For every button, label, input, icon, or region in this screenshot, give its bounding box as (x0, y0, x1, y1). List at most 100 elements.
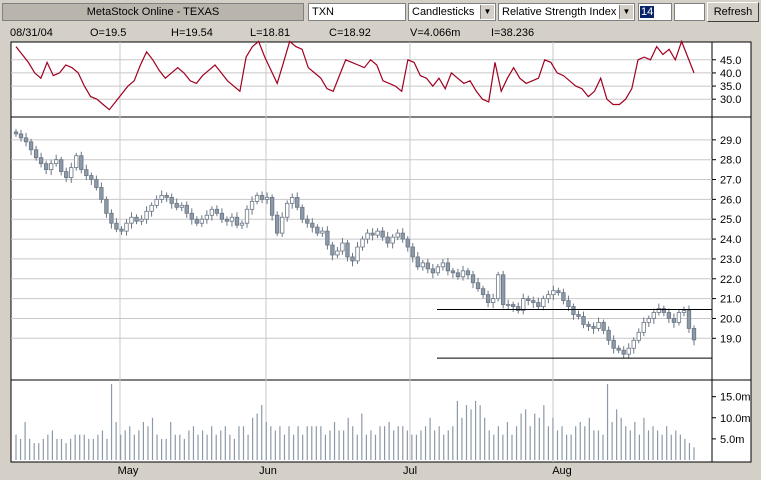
candle-body (54, 159, 59, 165)
candle-body (345, 242, 350, 258)
candle-body (194, 218, 199, 224)
candle-body (430, 268, 436, 274)
price-tick-label: 25.0 (720, 214, 741, 226)
candle-body (455, 272, 461, 278)
candle-body (219, 212, 225, 220)
volume-tick-label: 5.0m (720, 434, 744, 446)
candle-body (591, 325, 596, 329)
candle-body (99, 187, 104, 200)
candle-body (676, 312, 682, 323)
candle-body (561, 292, 566, 301)
candle-body (395, 232, 400, 238)
candle-body (576, 314, 581, 317)
candle-body (495, 274, 501, 300)
candle-body (310, 222, 315, 228)
candle-body (159, 195, 164, 200)
candle-body (43, 163, 49, 171)
month-tick-label: Aug (552, 465, 572, 477)
candle-body (144, 210, 149, 220)
candle-body (435, 266, 441, 274)
candle-body (541, 298, 546, 307)
candle-body (149, 204, 154, 212)
month-tick-label: May (118, 465, 139, 477)
candle-body (506, 304, 511, 306)
candle-body (536, 302, 541, 307)
candle-body (74, 155, 79, 169)
price-tick-label: 26.0 (720, 194, 741, 206)
candle-body (109, 212, 114, 224)
candle-body (425, 262, 430, 270)
candle-body (616, 347, 621, 351)
candle-body (581, 316, 586, 325)
candle-body (13, 131, 19, 135)
candle-body (119, 228, 124, 232)
candle-body (681, 310, 687, 313)
candle-body (184, 204, 189, 214)
candle-body (290, 196, 295, 204)
month-tick-label: Jul (403, 465, 417, 477)
candle-body (229, 216, 235, 222)
candle-body (641, 322, 646, 333)
candle-body (410, 246, 415, 258)
price-tick-label: 27.0 (720, 175, 741, 187)
candle-body (315, 226, 320, 234)
candle-body (69, 167, 74, 178)
candle-body (33, 149, 39, 159)
price-tick-label: 22.0 (720, 274, 741, 286)
candle-body (551, 290, 556, 296)
candle-body (295, 196, 300, 208)
candle-body (104, 198, 109, 214)
candle-body (651, 312, 656, 319)
candle-body (254, 195, 260, 202)
candle-body (671, 318, 677, 323)
candle-body (259, 195, 265, 200)
candle-body (214, 208, 220, 214)
price-tick-label: 28.0 (720, 155, 741, 167)
candle-body (546, 294, 551, 300)
candle-body (179, 204, 184, 208)
rsi-tick-label: 40.0 (720, 68, 741, 80)
candle-body (84, 169, 89, 176)
candle-body (380, 230, 385, 238)
price-tick-label: 23.0 (720, 254, 741, 266)
price-tick-label: 19.0 (720, 333, 741, 345)
candle-body (646, 318, 651, 323)
candle-body (59, 159, 64, 172)
candle-body (571, 306, 576, 315)
candle-body (420, 262, 425, 268)
candle-body (440, 262, 446, 268)
candle-body (405, 238, 410, 248)
candle-body (611, 339, 616, 349)
candle-body (531, 300, 536, 303)
candle-body (566, 300, 571, 307)
candle-body (415, 256, 420, 268)
candle-body (285, 202, 290, 218)
candle-body (204, 214, 210, 220)
volume-tick-label: 15.0m (720, 392, 751, 404)
candle-body (300, 206, 305, 220)
candle-body (626, 347, 631, 355)
candle-body (450, 270, 456, 274)
candle-body (169, 196, 174, 204)
candle-body (596, 322, 601, 329)
candle-body (475, 282, 481, 290)
candle-body (199, 218, 204, 224)
candle-body (134, 216, 139, 222)
candle-body (360, 238, 365, 248)
candle-body (23, 137, 29, 143)
candle-body (114, 222, 119, 230)
candle-body (385, 236, 390, 244)
candle-body (209, 208, 215, 216)
candle-body (586, 324, 591, 327)
candle-body (28, 141, 34, 151)
candle-body (636, 331, 641, 341)
rsi-tick-label: 45.0 (720, 55, 741, 67)
candle-body (239, 222, 245, 226)
rsi-tick-label: 30.0 (720, 94, 741, 106)
candle-body (174, 202, 179, 208)
candle-body (274, 214, 280, 234)
candle-body (666, 312, 672, 319)
candle-body (526, 298, 531, 302)
candle-body (340, 242, 345, 252)
candle-body (465, 270, 471, 276)
